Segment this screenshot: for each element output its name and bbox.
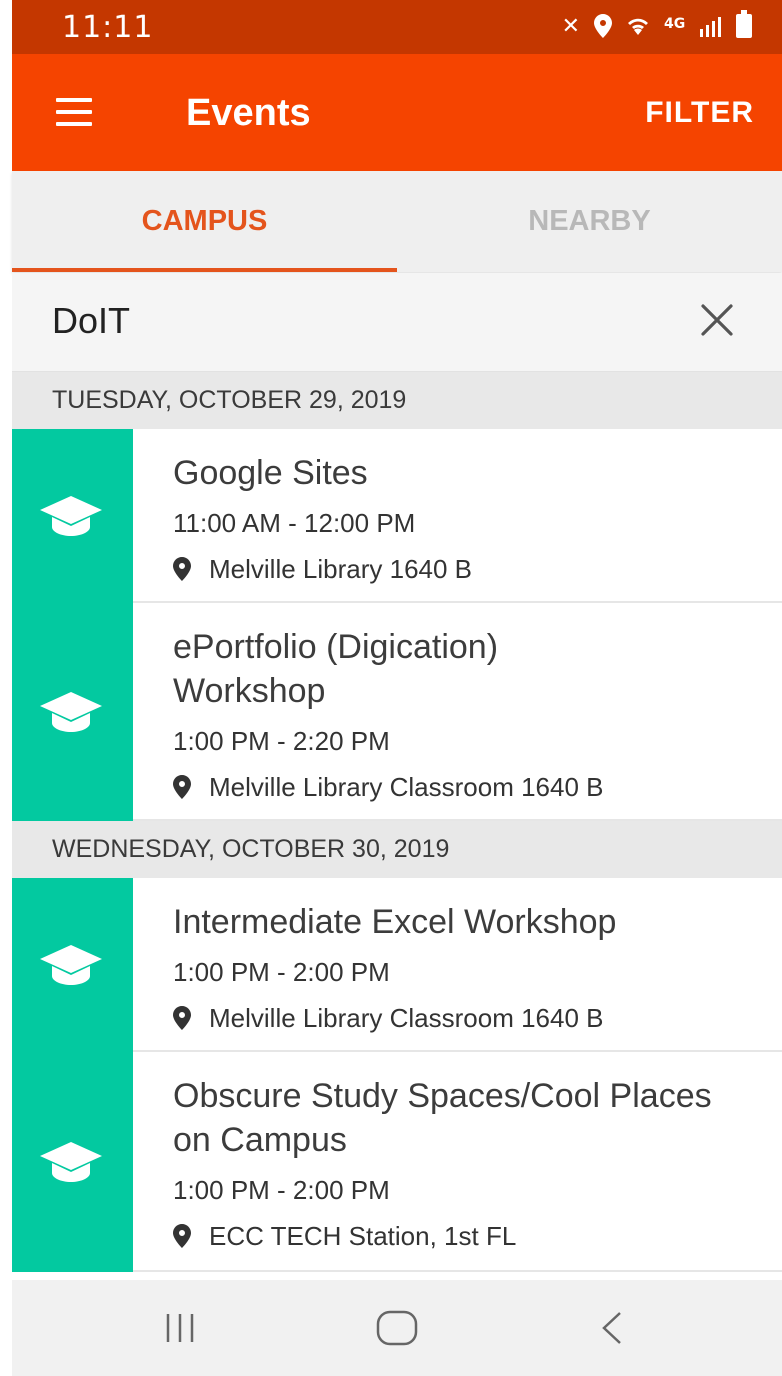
network-icon: 4G [664,16,685,32]
phone-screen: 11:11 ✕ 4G Events FILTER CAMPUS NEARBY T… [12,0,782,1376]
event-content: ePortfolio (Digication) Workshop 1:00 PM… [133,603,782,821]
tab-campus[interactable]: CAMPUS [12,171,397,272]
event-title: Obscure Study Spaces/Cool Places on Camp… [173,1077,712,1159]
event-location: Melville Library Classroom 1640 B [173,771,782,803]
event-location: Melville Library Classroom 1640 B [173,1002,782,1034]
filter-button[interactable]: FILTER [645,96,754,130]
status-time: 11:11 [62,10,154,45]
day-header: WEDNESDAY, OCTOBER 30, 2019 [12,821,782,878]
page-title: Events [186,92,311,134]
event-stripe [12,603,133,821]
map-pin-icon [173,1006,191,1030]
tab-nearby[interactable]: NEARBY [397,171,782,272]
event-content: Obscure Study Spaces/Cool Places on Camp… [133,1052,782,1272]
active-tab-indicator [12,268,397,272]
event-time: 1:00 PM - 2:00 PM [173,957,390,987]
app-bar: Events FILTER [12,54,782,171]
status-icons: ✕ 4G [561,10,752,40]
tab-bar: CAMPUS NEARBY [12,171,782,272]
event-location-text: Melville Library 1640 B [209,554,473,584]
recent-apps-icon[interactable] [162,1310,198,1346]
event-time: 1:00 PM - 2:00 PM [173,1175,390,1205]
system-nav-bar [12,1280,782,1376]
day-header: TUESDAY, OCTOBER 29, 2019 [12,372,782,429]
event-stripe [12,429,133,603]
event-item[interactable]: Intermediate Excel Workshop 1:00 PM - 2:… [12,878,782,1052]
graduation-cap-icon [40,945,102,985]
graduation-cap-icon [40,1142,102,1182]
wifi-icon [628,18,648,35]
mute-icon: ✕ [561,13,580,38]
event-location: ECC TECH Station, 1st FL [173,1220,782,1252]
event-item[interactable]: Obscure Study Spaces/Cool Places on Camp… [12,1052,782,1272]
signal-icon [700,17,721,37]
map-pin-icon [173,1224,191,1248]
graduation-cap-icon [40,692,102,732]
event-item[interactable]: ePortfolio (Digication) Workshop 1:00 PM… [12,603,782,821]
event-location: Melville Library 1640 B [173,553,782,585]
event-title: Intermediate Excel Workshop [173,903,617,941]
close-icon[interactable] [700,303,734,337]
search-input[interactable] [52,291,672,351]
graduation-cap-icon [40,496,102,536]
event-content: Google Sites 11:00 AM - 12:00 PM Melvill… [133,429,782,603]
event-location-text: ECC TECH Station, 1st FL [209,1221,517,1251]
location-status-icon [594,14,612,38]
search-bar [12,273,782,372]
event-time: 1:00 PM - 2:20 PM [173,726,390,756]
map-pin-icon [173,557,191,581]
hamburger-menu-icon[interactable] [56,98,92,126]
home-icon[interactable] [376,1310,418,1346]
event-location-text: Melville Library Classroom 1640 B [209,1003,604,1033]
map-pin-icon [173,775,191,799]
event-title: ePortfolio (Digication) Workshop [173,628,499,710]
event-title: Google Sites [173,454,368,492]
event-time: 11:00 AM - 12:00 PM [173,508,416,538]
event-location-text: Melville Library Classroom 1640 B [209,772,604,802]
battery-icon [736,10,752,38]
back-icon[interactable] [600,1310,624,1346]
event-list: TUESDAY, OCTOBER 29, 2019 Google Sites 1… [12,372,782,1272]
event-item[interactable]: Google Sites 11:00 AM - 12:00 PM Melvill… [12,429,782,603]
event-stripe [12,1052,133,1272]
status-bar: 11:11 ✕ 4G [12,0,782,54]
svg-text:4G: 4G [664,16,685,32]
event-content: Intermediate Excel Workshop 1:00 PM - 2:… [133,878,782,1052]
event-stripe [12,878,133,1052]
